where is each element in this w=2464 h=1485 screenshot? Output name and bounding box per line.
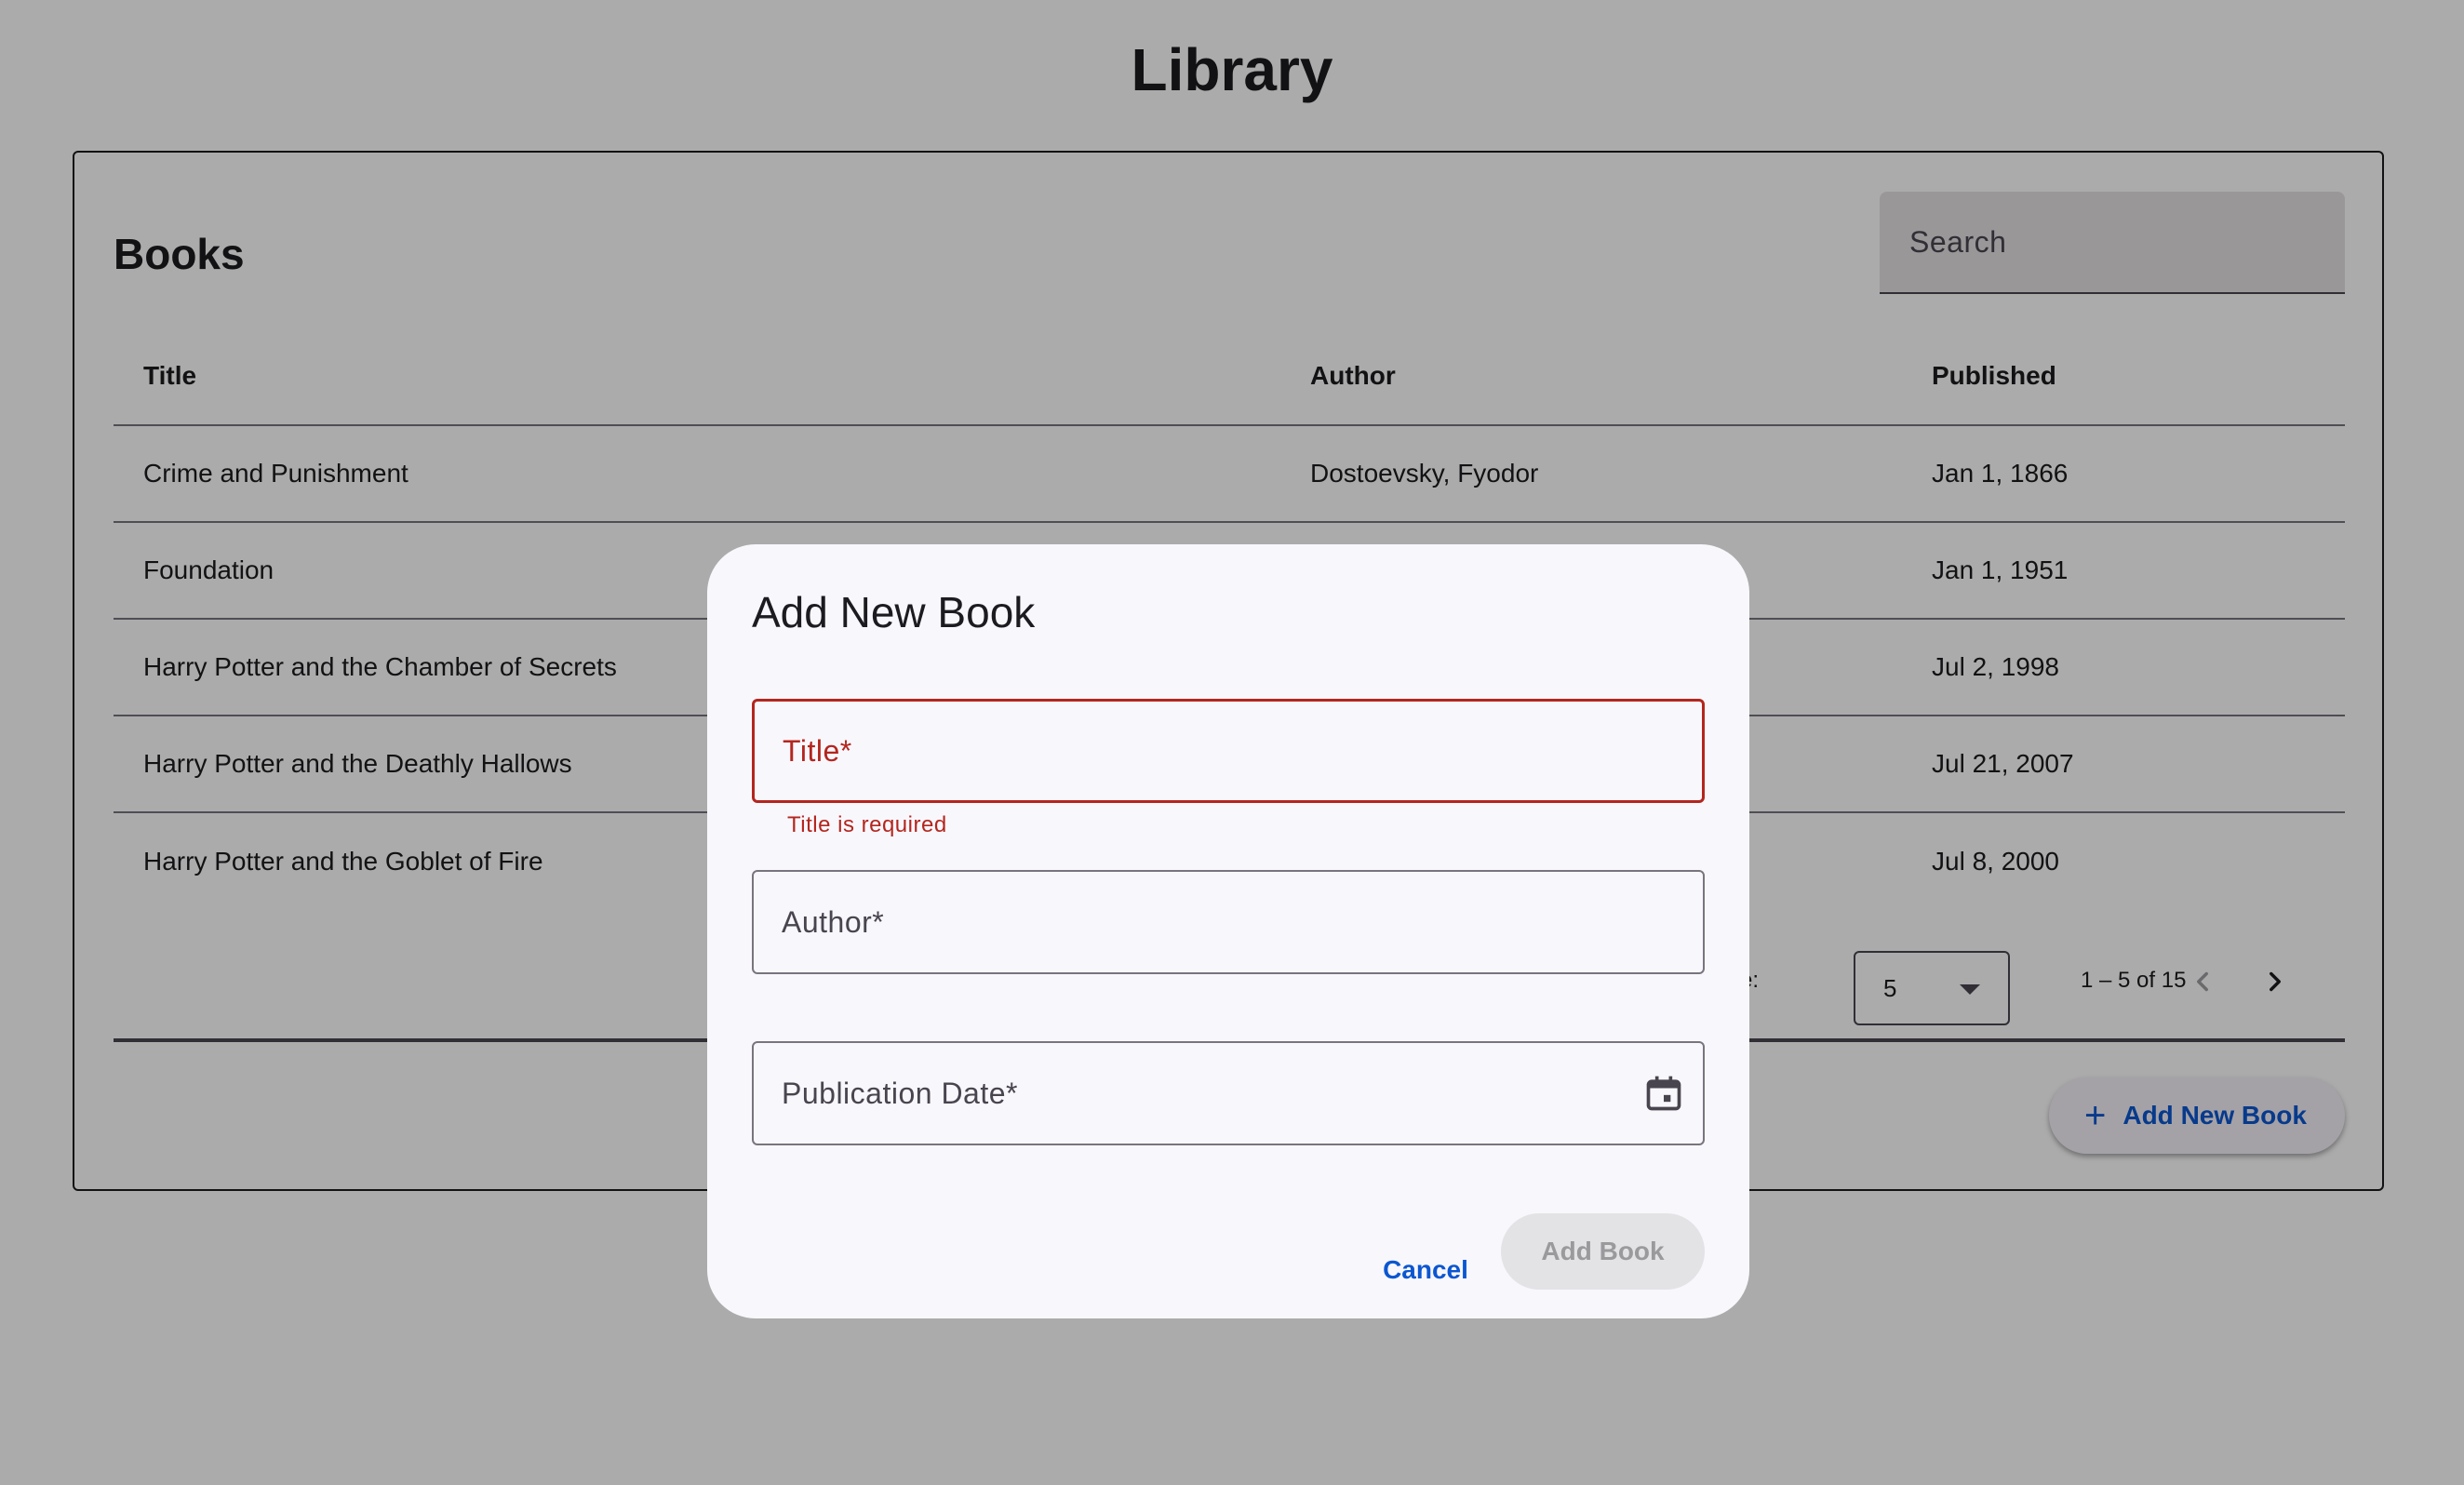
add-book-button[interactable]: Add Book bbox=[1501, 1213, 1705, 1290]
title-field[interactable]: Title* bbox=[752, 699, 1705, 803]
title-field-label: Title* bbox=[783, 733, 852, 768]
author-field[interactable]: Author* bbox=[752, 870, 1705, 974]
cancel-button[interactable]: Cancel bbox=[1370, 1233, 1481, 1307]
author-field-label: Author* bbox=[782, 904, 885, 939]
dialog-title: Add New Book bbox=[752, 588, 1036, 636]
publication-date-field[interactable]: Publication Date* bbox=[752, 1041, 1705, 1145]
publication-date-label: Publication Date* bbox=[782, 1076, 1018, 1110]
add-book-dialog: Add New Book Title* Title is required Au… bbox=[707, 544, 1749, 1318]
title-error-message: Title is required bbox=[787, 812, 947, 837]
calendar-icon[interactable] bbox=[1643, 1073, 1684, 1114]
